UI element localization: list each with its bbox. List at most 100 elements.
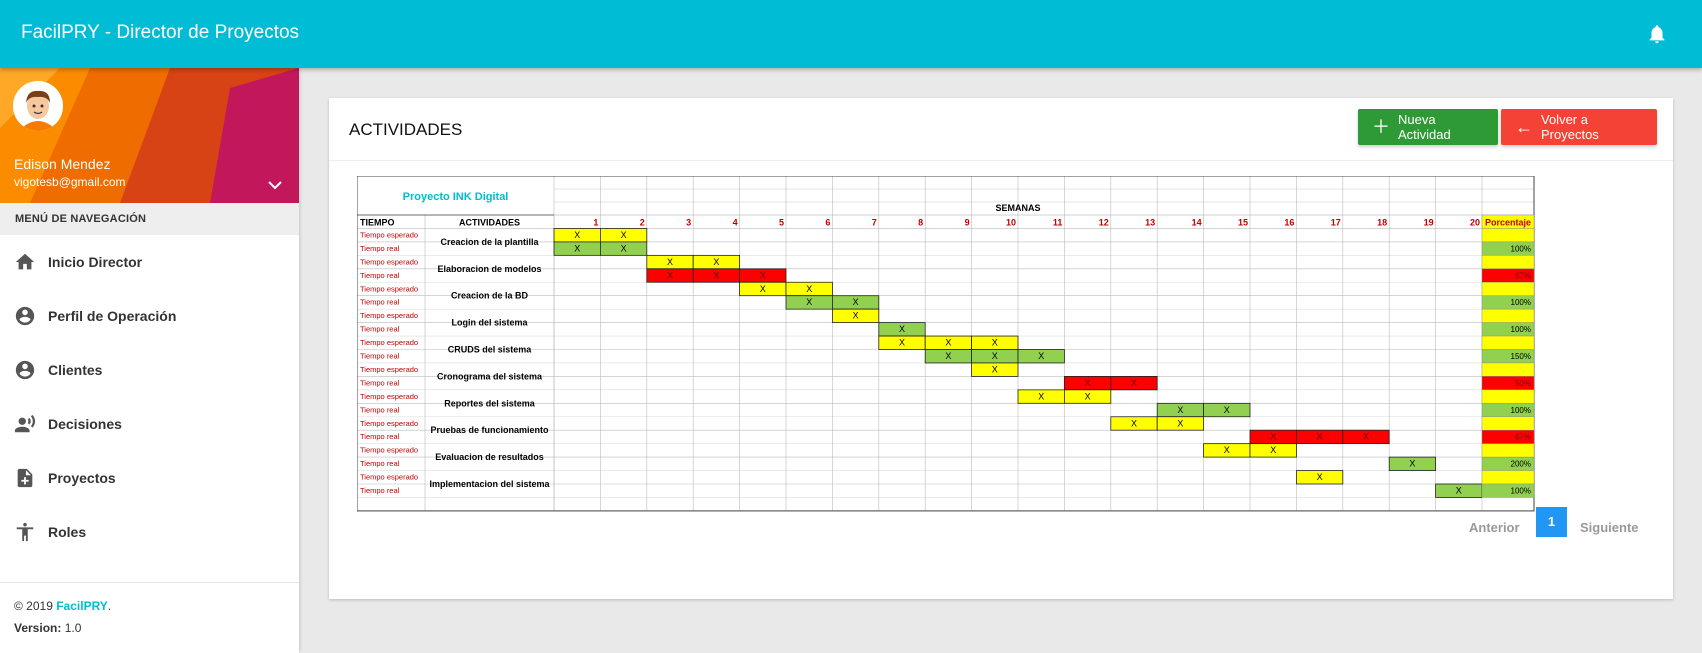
expected-mark: X (667, 257, 673, 267)
real-mark: X (1456, 486, 1462, 496)
nav-item-clientes[interactable]: Clientes (0, 343, 299, 397)
gantt-week-label: 18 (1377, 217, 1387, 227)
time-expected-label: Tiempo esperado (360, 311, 418, 320)
activity-name: Creacion de la BD (451, 291, 529, 301)
new-activity-label: Nueva Actividad (1398, 112, 1451, 142)
gantt-week-label: 15 (1238, 217, 1248, 227)
gantt-weeks-label: SEMANAS (995, 203, 1040, 213)
pagination-page-1[interactable]: 1 (1536, 507, 1567, 537)
gantt-week-label: 12 (1099, 217, 1109, 227)
page-title: ACTIVIDADES (349, 120, 463, 139)
activities-card: ACTIVIDADES ＋ Nueva Actividad ← Volver a… (329, 98, 1673, 599)
gantt-week-label: 17 (1331, 217, 1341, 227)
expected-mark: X (899, 338, 905, 348)
record-voice-icon (14, 413, 36, 435)
percent-expected-cell (1481, 308, 1535, 323)
real-mark: X (1177, 405, 1183, 415)
expected-mark: X (1224, 445, 1230, 455)
percent-expected-cell (1481, 443, 1535, 458)
gantt-week-label: 20 (1470, 217, 1480, 227)
percent-expected-cell (1481, 389, 1535, 404)
time-real-label: Tiempo real (360, 486, 400, 495)
time-real-label: Tiempo real (360, 378, 400, 387)
percent-value: 100% (1511, 244, 1531, 253)
percent-value: 100% (1511, 406, 1531, 415)
nav-item-label: Clientes (48, 362, 103, 378)
expected-mark: X (713, 257, 719, 267)
gantt-week-label: 3 (686, 217, 691, 227)
real-mark: X (1409, 459, 1415, 469)
gantt-week-label: 13 (1145, 217, 1155, 227)
real-mark: X (853, 297, 859, 307)
nav-item-proyectos[interactable]: Proyectos (0, 451, 299, 505)
user-info-panel: Edison Mendez vigotesb@gmail.com (0, 68, 299, 203)
nav-item-label: Roles (48, 524, 87, 540)
real-mark: X (760, 270, 766, 280)
real-mark: X (621, 243, 627, 253)
expected-mark: X (1317, 472, 1323, 482)
gantt-week-label: 19 (1424, 217, 1434, 227)
time-expected-label: Tiempo esperado (360, 230, 418, 239)
expected-mark: X (760, 284, 766, 294)
time-expected-label: Tiempo esperado (360, 473, 418, 482)
time-real-label: Tiempo real (360, 298, 400, 307)
expected-mark: X (621, 230, 627, 240)
percent-expected-cell (1481, 282, 1535, 296)
expected-mark: X (992, 364, 998, 374)
activity-name: Creacion de la plantilla (440, 237, 539, 247)
percent-value: 67% (1515, 433, 1531, 442)
real-mark: X (1038, 351, 1044, 361)
gantt-week-label: 6 (825, 217, 830, 227)
gantt-header-time: TIEMPO (360, 217, 395, 227)
time-expected-label: Tiempo esperado (360, 419, 418, 428)
activity-name: CRUDS del sistema (448, 345, 533, 355)
chevron-down-icon[interactable] (268, 180, 282, 190)
account-circle-icon (14, 305, 36, 327)
percent-value: 100% (1511, 298, 1531, 307)
pagination-prev[interactable]: Anterior (1469, 520, 1520, 550)
percent-expected-cell (1481, 362, 1535, 377)
expected-mark: X (574, 230, 580, 240)
nav-item-inicio-director[interactable]: Inicio Director (0, 235, 299, 289)
gantt-header-activities: ACTIVIDADES (459, 217, 520, 227)
app-title: FacilPRY - Director de Proyectos (21, 22, 300, 43)
expected-mark: X (1038, 391, 1044, 401)
real-mark: X (667, 270, 673, 280)
real-mark: X (992, 351, 998, 361)
user-email: vigotesb@gmail.com (14, 175, 126, 189)
new-activity-button[interactable]: ＋ Nueva Actividad (1358, 109, 1498, 145)
activity-name: Login del sistema (451, 318, 528, 328)
account-circle-icon (14, 359, 36, 381)
back-to-projects-button[interactable]: ← Volver a Proyectos (1501, 109, 1657, 145)
nav-item-label: Inicio Director (48, 254, 143, 270)
real-mark: X (1224, 405, 1230, 415)
percent-value: 67% (1515, 271, 1531, 280)
bell-icon[interactable] (1646, 23, 1668, 45)
time-real-label: Tiempo real (360, 352, 400, 361)
nav-item-roles[interactable]: Roles (0, 505, 299, 559)
time-expected-label: Tiempo esperado (360, 365, 418, 374)
activity-name: Elaboracion de modelos (437, 264, 541, 274)
nav-item-decisiones[interactable]: Decisiones (0, 397, 299, 451)
nav-item-perfil-operacion[interactable]: Perfil de Operación (0, 289, 299, 343)
gantt-week-label: 10 (1006, 217, 1016, 227)
real-mark: X (574, 243, 580, 253)
brand-link[interactable]: FacilPRY (56, 599, 108, 613)
gantt-week-label: 14 (1192, 217, 1202, 227)
gantt-week-label: 4 (733, 217, 738, 227)
note-add-icon (14, 467, 36, 489)
expected-mark: X (1270, 445, 1276, 455)
time-real-label: Tiempo real (360, 459, 400, 468)
user-name: Edison Mendez (14, 156, 111, 172)
avatar[interactable] (13, 81, 63, 131)
arrow-left-icon: ← (1515, 117, 1533, 137)
activity-name: Reportes del sistema (444, 398, 536, 408)
gantt-week-label: 16 (1284, 217, 1294, 227)
real-mark: X (1317, 432, 1323, 442)
time-real-label: Tiempo real (360, 405, 400, 414)
real-mark: X (899, 324, 905, 334)
pagination-next[interactable]: Siguiente (1580, 520, 1639, 550)
gantt-week-label: 9 (965, 217, 970, 227)
time-expected-label: Tiempo esperado (360, 392, 418, 401)
nav-heading: MENÚ DE NAVEGACIÓN (0, 203, 299, 235)
